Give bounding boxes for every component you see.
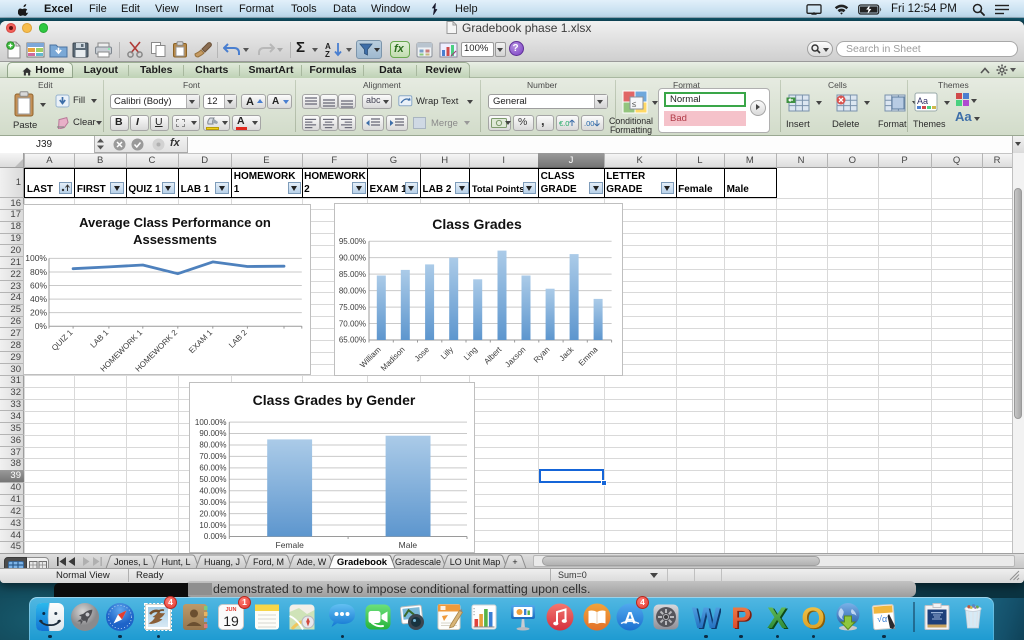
svg-text:Albert: Albert <box>482 345 504 367</box>
svg-text:P: P <box>731 602 751 632</box>
svg-text:40.00%: 40.00% <box>199 487 226 496</box>
svg-text:60.00%: 60.00% <box>199 464 226 473</box>
svg-text:Female: Female <box>276 540 305 550</box>
svg-text:40%: 40% <box>29 294 46 304</box>
svg-text:20.00%: 20.00% <box>199 510 226 519</box>
svg-text:19: 19 <box>224 613 240 629</box>
svg-text:Emma: Emma <box>577 345 600 368</box>
svg-text:Ade, W: Ade, W <box>297 557 327 567</box>
svg-text:90.00%: 90.00% <box>339 254 366 263</box>
svg-text:90.00%: 90.00% <box>199 429 226 438</box>
svg-text:A: A <box>624 608 636 627</box>
svg-text:Jaxson: Jaxson <box>503 345 527 369</box>
svg-text:20%: 20% <box>29 308 46 318</box>
svg-text:LAB 1: LAB 1 <box>88 328 110 350</box>
svg-text:Jose: Jose <box>413 345 432 364</box>
svg-text:0.00%: 0.00% <box>204 532 227 541</box>
svg-text:Class Grades by Gender: Class Grades by Gender <box>253 392 416 408</box>
svg-text:Male: Male <box>399 540 418 550</box>
svg-text:60%: 60% <box>29 281 46 291</box>
svg-text:≤: ≤ <box>632 100 637 109</box>
svg-text:Jones, L: Jones, L <box>114 557 148 567</box>
svg-text:10.00%: 10.00% <box>199 521 226 530</box>
svg-text:EXAM 1: EXAM 1 <box>187 328 215 356</box>
svg-text:Average Class Performance on: Average Class Performance on <box>79 215 271 230</box>
svg-text:75.00%: 75.00% <box>339 303 366 312</box>
svg-text:70.00%: 70.00% <box>339 319 366 328</box>
svg-text:50.00%: 50.00% <box>199 475 226 484</box>
svg-text:Jack: Jack <box>558 345 577 364</box>
svg-text:Ford, M: Ford, M <box>253 557 284 567</box>
svg-text:80.00%: 80.00% <box>339 286 366 295</box>
svg-text:Gradescale: Gradescale <box>395 557 441 567</box>
svg-text:LAB 2: LAB 2 <box>227 328 249 350</box>
svg-text:€.0: €.0 <box>559 119 569 128</box>
svg-text:Lilly: Lilly <box>439 345 455 361</box>
svg-text:Huang, J: Huang, J <box>204 557 240 567</box>
svg-text:30.00%: 30.00% <box>199 498 226 507</box>
svg-text:LO Unit Map: LO Unit Map <box>450 557 501 567</box>
svg-text:95.00%: 95.00% <box>339 237 366 246</box>
svg-text:Ling: Ling <box>462 345 479 362</box>
svg-text:70.00%: 70.00% <box>199 452 226 461</box>
svg-text:Aa: Aa <box>917 96 928 106</box>
svg-text:0%: 0% <box>34 321 47 331</box>
svg-text:85.00%: 85.00% <box>339 270 366 279</box>
svg-text:√α: √α <box>877 614 887 624</box>
svg-text:Madison: Madison <box>379 345 407 373</box>
svg-text:Hunt, L: Hunt, L <box>161 557 190 567</box>
svg-text:Assessments: Assessments <box>133 232 217 247</box>
svg-text:100.00%: 100.00% <box>195 418 227 427</box>
svg-text:65.00%: 65.00% <box>339 336 366 345</box>
svg-text:+: + <box>512 557 517 567</box>
svg-text:Ryan: Ryan <box>532 345 552 365</box>
svg-text:Gradebook: Gradebook <box>337 557 388 568</box>
svg-text:W: W <box>691 602 720 632</box>
svg-text:80.00%: 80.00% <box>199 441 226 450</box>
svg-text:Z: Z <box>325 50 330 58</box>
svg-text:80%: 80% <box>29 267 46 277</box>
svg-text:100%: 100% <box>25 254 47 264</box>
svg-text:X: X <box>767 602 787 632</box>
svg-text:O: O <box>802 602 825 632</box>
svg-text:.00: .00 <box>584 119 594 128</box>
svg-text:QUIZ 1: QUIZ 1 <box>49 328 74 353</box>
svg-text:Class Grades: Class Grades <box>432 216 522 232</box>
